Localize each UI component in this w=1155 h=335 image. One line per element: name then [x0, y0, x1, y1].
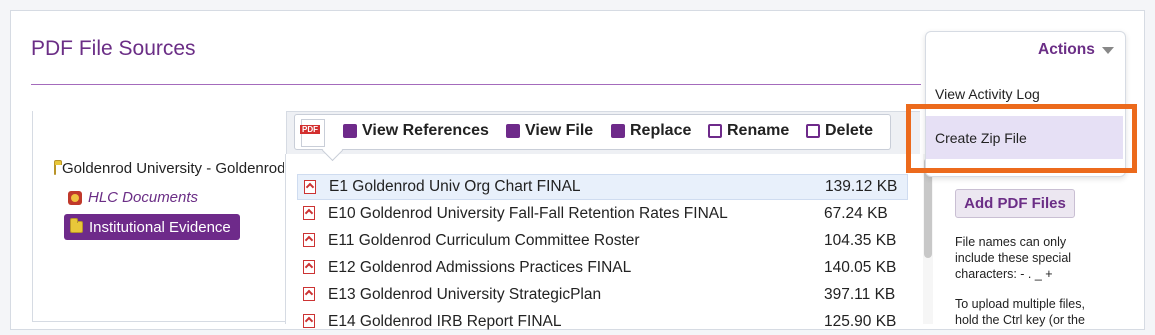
page-title: PDF File Sources — [31, 37, 196, 60]
help-text-line: include these special — [955, 251, 1072, 265]
actions-button[interactable]: Actions — [1038, 41, 1095, 59]
folder-icon — [70, 218, 83, 233]
file-size: 140.05 KB — [824, 259, 897, 276]
tree-root-node[interactable]: Goldenrod University - Goldenrod — [54, 160, 284, 177]
rename-button[interactable]: Rename — [708, 122, 789, 140]
highlight-annotation-box — [906, 104, 1137, 173]
help-text-line: hold the Ctrl key (or the — [955, 313, 1085, 327]
caret-down-icon[interactable] — [1102, 47, 1114, 54]
pdf-icon — [303, 287, 315, 301]
tree-item-institutional-evidence[interactable]: Institutional Evidence — [64, 214, 240, 240]
file-size: 104.35 KB — [824, 232, 897, 249]
tree-item-hlc-documents[interactable]: HLC Documents — [68, 189, 198, 206]
file-row[interactable]: E13 Goldenrod University StrategicPlan 3… — [297, 282, 908, 308]
pdf-file-icon: PDF — [300, 119, 325, 147]
delete-icon — [806, 124, 820, 138]
file-name: E14 Goldenrod IRB Report FINAL — [328, 313, 562, 330]
view-references-label: View References — [362, 122, 489, 139]
delete-button[interactable]: Delete — [806, 122, 873, 140]
menu-item-view-activity-log[interactable]: View Activity Log — [935, 86, 1040, 102]
tree-item-label: Institutional Evidence — [89, 218, 231, 236]
file-row[interactable]: E12 Goldenrod Admissions Practices FINAL… — [297, 255, 908, 281]
help-text-line: To upload multiple files, — [955, 297, 1085, 311]
rename-label: Rename — [727, 122, 790, 139]
hlc-documents-icon — [68, 190, 82, 205]
tree-root-label: Goldenrod University - Goldenrod — [62, 160, 284, 177]
delete-label: Delete — [825, 122, 874, 139]
help-text-line: File names can only — [955, 235, 1067, 249]
replace-label: Replace — [630, 122, 692, 139]
pdf-icon — [303, 206, 315, 220]
file-row[interactable]: E14 Goldenrod IRB Report FINAL 125.90 KB — [297, 309, 908, 335]
pencil-icon — [343, 124, 357, 138]
replace-button[interactable]: Replace — [611, 122, 691, 140]
pdf-icon — [303, 233, 315, 247]
file-size: 139.12 KB — [825, 178, 898, 195]
pdf-icon — [304, 180, 316, 194]
title-divider — [31, 84, 921, 85]
view-file-label: View File — [525, 122, 594, 139]
file-size: 125.90 KB — [824, 313, 897, 330]
magnifier-icon — [506, 124, 520, 138]
view-file-button[interactable]: View File — [506, 122, 593, 140]
file-name: E13 Goldenrod University StrategicPlan — [328, 286, 602, 303]
folder-icon — [54, 160, 62, 175]
rename-icon — [708, 124, 722, 138]
pdf-icon — [303, 314, 315, 328]
file-row[interactable]: E10 Goldenrod University Fall-Fall Reten… — [297, 201, 908, 227]
add-pdf-files-button[interactable]: Add PDF Files — [955, 189, 1075, 218]
pdf-icon — [303, 260, 315, 274]
file-row[interactable]: E11 Goldenrod Curriculum Committee Roste… — [297, 228, 908, 254]
view-references-button[interactable]: View References — [343, 122, 489, 140]
help-text-line: characters: - . _ + — [955, 267, 1053, 281]
file-name: E12 Goldenrod Admissions Practices FINAL — [328, 259, 632, 276]
file-row[interactable]: E1 Goldenrod Univ Org Chart FINAL 139.12… — [297, 174, 908, 200]
file-toolbar: PDF View References View File Replace Re… — [294, 114, 891, 150]
tree-item-label: HLC Documents — [88, 189, 199, 206]
file-size: 67.24 KB — [824, 205, 888, 222]
file-name: E10 Goldenrod University Fall-Fall Reten… — [328, 205, 728, 222]
file-name: E1 Goldenrod Univ Org Chart FINAL — [329, 178, 581, 195]
replace-icon — [611, 124, 625, 138]
file-size: 397.11 KB — [824, 286, 896, 303]
file-name: E11 Goldenrod Curriculum Committee Roste… — [328, 232, 640, 249]
